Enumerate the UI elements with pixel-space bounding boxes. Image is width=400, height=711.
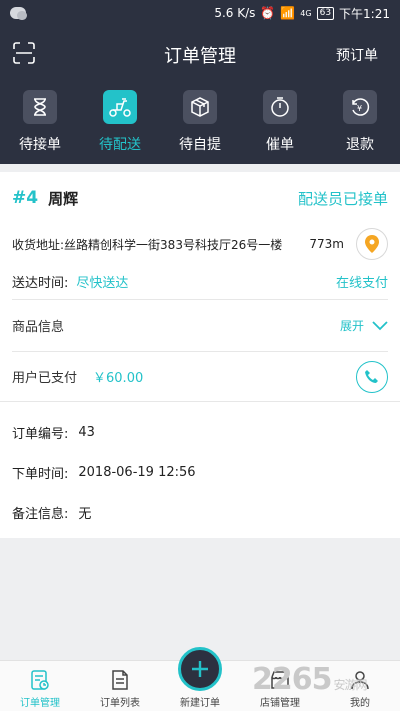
tab-label: 待接单 — [19, 137, 61, 153]
status-bar: 5.6 K/s ⏰ 📶 4G 63 下午1:21 — [0, 0, 400, 26]
tab-label: 待配送 — [99, 137, 141, 153]
address-row: 收货地址:丝路精创科学一街383号科技厅26号一楼 773m — [0, 224, 400, 264]
expand-button[interactable]: 展开 — [340, 317, 388, 334]
delivery-time-row: 送达时间: 尽快送达 在线支付 — [12, 264, 388, 300]
header: 订单管理 预订单 — [0, 26, 400, 82]
wechat-icon — [10, 7, 27, 20]
nav-label: 订单管理 — [20, 698, 60, 709]
battery-icon: 63 — [316, 6, 335, 20]
watermark-sub: 安游网 — [333, 678, 368, 692]
network-speed: 5.6 K/s — [214, 6, 256, 20]
nav-label: 订单列表 — [100, 698, 140, 709]
tab-refund[interactable]: ¥ 退款 — [320, 82, 400, 164]
order-card[interactable]: #4 周辉 配送员已接单 收货地址:丝路精创科学一街383号科技厅26号一楼 7… — [0, 172, 400, 538]
alarm-icon: ⏰ — [260, 6, 276, 20]
phone-icon — [365, 369, 378, 383]
order-time-label: 下单时间: — [12, 466, 69, 482]
note-label: 备注信息: — [12, 506, 69, 522]
order-status-tabs: 待接单 待配送 待自提 催单 ¥ 退款 — [0, 82, 400, 164]
delivery-time-value: 尽快送达 — [76, 276, 129, 291]
tab-label: 退款 — [346, 137, 374, 153]
order-number: #4 — [12, 188, 39, 208]
call-button[interactable] — [356, 360, 388, 393]
order-id: 43 — [78, 424, 95, 440]
goods-label: 商品信息 — [12, 320, 65, 335]
watermark-logo: 2265 安游网 — [252, 662, 368, 697]
nav-label: 新建订单 — [180, 698, 220, 709]
new-order-button[interactable] — [178, 647, 222, 691]
order-time: 2018-06-19 12:56 — [78, 464, 196, 480]
tab-self-pickup[interactable]: 待自提 — [160, 82, 240, 164]
expand-label: 展开 — [339, 319, 364, 333]
delivery-time-label: 送达时间: — [12, 276, 69, 291]
note-row: 备注信息: 无 — [12, 492, 388, 532]
delivery-address: 收货地址:丝路精创科学一街383号科技厅26号一楼 — [12, 237, 283, 252]
tab-reminder[interactable]: 催单 — [240, 82, 320, 164]
chevron-down-icon — [372, 320, 388, 330]
distance: 773m — [309, 237, 344, 251]
svg-text:¥: ¥ — [357, 104, 362, 113]
order-manage-icon — [31, 670, 49, 690]
preorder-button[interactable]: 预订单 — [336, 45, 378, 65]
nav-order-list[interactable]: 订单列表 — [80, 661, 160, 711]
order-info: 订单编号: 43 下单时间: 2018-06-19 12:56 备注信息: 无 — [0, 402, 400, 538]
refund-icon: ¥ — [343, 90, 377, 124]
wifi-icon: 📶 — [280, 6, 296, 20]
timer-icon — [263, 90, 297, 124]
payment-row: 用户已支付 ￥60.00 — [0, 352, 400, 402]
tab-to-deliver[interactable]: 待配送 — [80, 82, 160, 164]
hourglass-icon — [23, 90, 57, 124]
note-value: 无 — [78, 506, 92, 522]
watermark-number: 2265 — [252, 662, 332, 697]
order-header: #4 周辉 配送员已接单 — [0, 172, 400, 224]
order-id-row: 订单编号: 43 — [12, 412, 388, 452]
order-list-icon — [112, 670, 128, 690]
order-id-label: 订单编号: — [12, 426, 69, 442]
signal-label: 4G — [300, 8, 312, 18]
paid-label: 用户已支付 — [12, 371, 78, 386]
clock: 下午1:21 — [339, 6, 390, 21]
plus-icon — [192, 661, 208, 677]
box-icon — [183, 90, 217, 124]
goods-row[interactable]: 商品信息 展开 — [12, 300, 388, 352]
customer-name: 周辉 — [48, 189, 79, 208]
tab-label: 催单 — [266, 137, 294, 153]
location-button[interactable] — [356, 228, 388, 260]
order-status: 配送员已接单 — [297, 189, 388, 208]
location-pin-icon — [365, 235, 379, 253]
paid-amount: ￥60.00 — [93, 371, 144, 386]
tab-pending[interactable]: 待接单 — [0, 82, 80, 164]
tab-label: 待自提 — [179, 137, 221, 153]
nav-order-manage[interactable]: 订单管理 — [0, 661, 80, 711]
scooter-icon — [103, 90, 137, 124]
payment-method: 在线支付 — [335, 276, 388, 291]
order-time-row: 下单时间: 2018-06-19 12:56 — [12, 452, 388, 492]
